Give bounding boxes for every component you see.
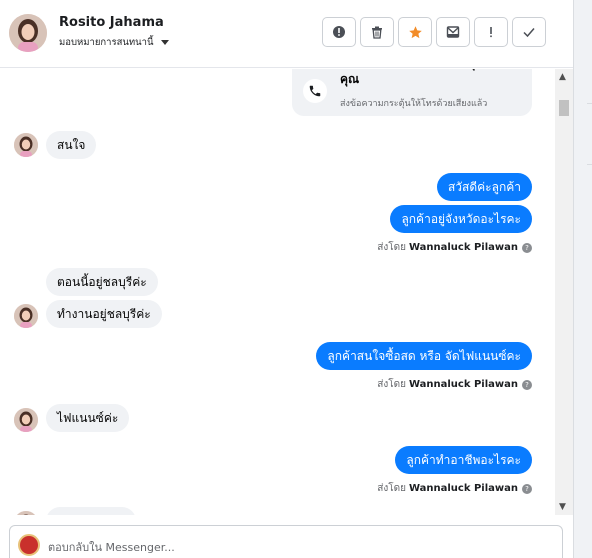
sent-by-prefix: ส่งโดย bbox=[377, 379, 406, 390]
outgoing-message[interactable]: ลูกค้าอยู่จังหวัดอะไรคะ bbox=[390, 205, 532, 233]
incoming-message[interactable]: สนใจ bbox=[46, 131, 97, 159]
star-button[interactable] bbox=[398, 17, 432, 47]
call-card-title: โทรหารถยนต์มืองอ โชคคุณ โชคดีคุณ bbox=[340, 69, 521, 86]
sent-by-agent: Wannaluck Pilawan bbox=[408, 242, 518, 253]
call-card-subtitle: ส่งข้อความกระตุ้นให้โทรด้วยเสียงแล้ว bbox=[340, 99, 488, 109]
sent-by-prefix: ส่งโดย bbox=[377, 242, 406, 253]
sent-by-agent: Wannaluck Pilawan bbox=[408, 379, 518, 390]
contact-mini-avatar bbox=[14, 511, 38, 515]
assign-conversation-dropdown[interactable]: มอบหมายการสนทนานี้ bbox=[59, 35, 169, 50]
contact-mini-avatar bbox=[14, 408, 38, 432]
mark-unread-button[interactable] bbox=[474, 17, 508, 47]
right-panel-edge bbox=[573, 0, 592, 558]
sent-by-label: ส่งโดย Wannaluck Pilawan ? bbox=[377, 377, 532, 392]
caret-down-icon bbox=[160, 40, 169, 45]
divider bbox=[587, 164, 592, 165]
reply-composer[interactable]: ตอบกลับใน Messenger... bbox=[9, 525, 563, 558]
incoming-message-partial[interactable] bbox=[46, 507, 136, 515]
contact-name: Rosito Jahama bbox=[59, 15, 164, 30]
check-icon bbox=[523, 28, 535, 38]
sent-by-agent: Wannaluck Pilawan bbox=[408, 483, 518, 494]
scroll-down-arrow-icon[interactable]: ▼ bbox=[559, 502, 566, 512]
phone-icon bbox=[303, 79, 327, 103]
divider bbox=[587, 103, 592, 104]
outgoing-message[interactable]: สวัสดีค่ะลูกค้า bbox=[436, 173, 532, 201]
star-icon bbox=[408, 25, 422, 38]
archive-button[interactable] bbox=[436, 17, 470, 47]
trash-icon bbox=[372, 26, 382, 39]
incoming-message[interactable]: ตอนนี้อยู่ชลบุรีค่ะ bbox=[46, 268, 158, 296]
help-icon[interactable]: ? bbox=[522, 483, 532, 494]
messenger-inbox-thread: Rosito Jahama มอบหมายการสนทนานี้ คุณ ส่ง… bbox=[0, 0, 592, 558]
exclamation-icon bbox=[490, 27, 492, 38]
sent-by-label: ส่งโดย Wannaluck Pilawan ? bbox=[377, 240, 532, 255]
contact-mini-avatar bbox=[14, 133, 38, 157]
scrollbar-thumb[interactable] bbox=[559, 100, 569, 116]
contact-mini-avatar bbox=[14, 304, 38, 328]
conversation-header: Rosito Jahama มอบหมายการสนทนานี้ bbox=[0, 0, 573, 68]
mark-done-button[interactable] bbox=[512, 17, 546, 47]
help-icon[interactable]: ? bbox=[522, 379, 532, 390]
message-list[interactable]: โทรหารถยนต์มืองอ โชคคุณ โชคดีคุณ ส่งข้อค… bbox=[0, 69, 573, 515]
incoming-message[interactable]: ทำงานอยู่ชลบุรีค่ะ bbox=[46, 300, 162, 328]
scroll-up-arrow-icon[interactable]: ▲ bbox=[559, 72, 566, 82]
message-scrollbar[interactable]: ▲ ▼ bbox=[555, 69, 573, 515]
contact-avatar[interactable] bbox=[9, 14, 47, 52]
page-avatar bbox=[18, 534, 40, 556]
alert-circle-icon bbox=[333, 26, 345, 38]
header-actions bbox=[322, 17, 546, 47]
assign-label: มอบหมายการสนทนานี้ bbox=[59, 37, 154, 48]
outgoing-message[interactable]: ลูกค้าทำอาชีพอะไรคะ bbox=[395, 446, 532, 474]
archive-mail-icon bbox=[446, 26, 460, 38]
incoming-message[interactable]: ไฟแนนซ์ค่ะ bbox=[46, 404, 130, 432]
sent-by-prefix: ส่งโดย bbox=[377, 483, 406, 494]
sent-by-label: ส่งโดย Wannaluck Pilawan ? bbox=[377, 481, 532, 496]
reply-input[interactable]: ตอบกลับใน Messenger... bbox=[48, 538, 175, 556]
delete-button[interactable] bbox=[360, 17, 394, 47]
mark-spam-button[interactable] bbox=[322, 17, 356, 47]
help-icon[interactable]: ? bbox=[522, 242, 532, 253]
call-request-card: โทรหารถยนต์มืองอ โชคคุณ โชคดีคุณ ส่งข้อค… bbox=[292, 69, 532, 116]
outgoing-message[interactable]: ลูกค้าสนใจซื้อสด หรือ จัดไฟแนนซ์คะ bbox=[316, 342, 532, 370]
